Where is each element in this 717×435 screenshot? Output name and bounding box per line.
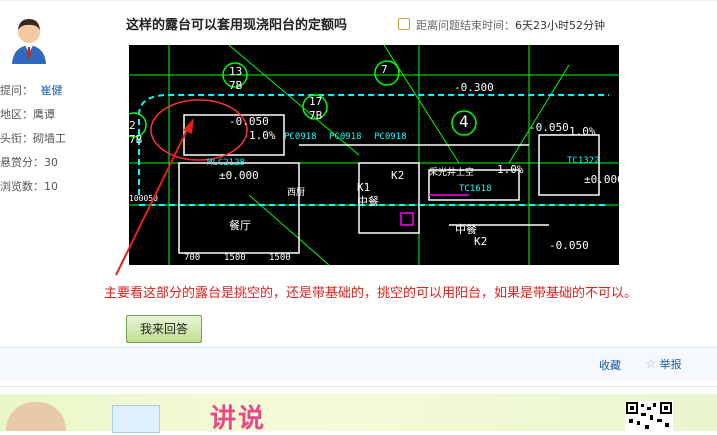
svg-text:7B: 7B <box>129 133 143 146</box>
svg-text:1500: 1500 <box>224 253 246 263</box>
question-title[interactable]: 这样的露台可以套用现浇阳台的定额吗 <box>126 14 347 33</box>
svg-text:4: 4 <box>459 112 469 131</box>
asker-name-link[interactable]: 崔健 <box>41 84 63 97</box>
svg-text:TC1322: TC1322 <box>567 156 600 166</box>
svg-text:PC0918: PC0918 <box>329 132 362 142</box>
svg-text:中餐: 中餐 <box>455 222 477 236</box>
asker-row-reward: 悬赏分：30 <box>0 154 58 170</box>
cad-drawing-image[interactable]: 13 7B 17 7B 2 7B 7 4 -0.300 -0.050 1.0% … <box>129 45 619 265</box>
svg-text:采光井上空: 采光井上空 <box>429 166 474 178</box>
svg-text:7: 7 <box>381 63 388 76</box>
svg-text:TC1618: TC1618 <box>459 184 492 194</box>
asker-row-rank: 头衔：砌墙工 <box>0 130 66 146</box>
rank-label: 头衔： <box>0 132 33 145</box>
svg-text:1.0%: 1.0% <box>497 163 524 176</box>
svg-text:700: 700 <box>184 253 200 263</box>
qr-code-icon[interactable] <box>625 401 673 431</box>
svg-text:±0.000: ±0.000 <box>219 169 259 182</box>
svg-text:100050: 100050 <box>129 194 158 203</box>
reward-value: 30 <box>44 156 58 169</box>
svg-text:2: 2 <box>129 119 136 132</box>
svg-text:7B: 7B <box>309 109 323 122</box>
svg-text:-0.300: -0.300 <box>454 81 494 94</box>
top-border <box>0 0 717 1</box>
svg-text:-0.050: -0.050 <box>229 115 269 128</box>
clock-icon <box>398 18 410 30</box>
asker-label: 提问： <box>0 84 33 97</box>
answer-hint-text: 主要看这部分的露台是挑空的，还是带基础的，挑空的可以用阳台，如果是带基础的不可以… <box>104 286 638 301</box>
svg-text:PC0918: PC0918 <box>374 132 407 142</box>
svg-text:1.0%: 1.0% <box>569 125 596 138</box>
asker-row-name: 提问： 崔健 <box>0 82 63 98</box>
star-icon: ☆ <box>645 357 657 372</box>
banner-product-image <box>112 405 160 433</box>
svg-text:K1: K1 <box>357 181 370 194</box>
collect-link[interactable]: 收藏 <box>599 357 621 373</box>
svg-text:MLC2128: MLC2128 <box>207 158 245 168</box>
report-link[interactable]: ☆ 举报 <box>645 356 682 372</box>
countdown-value: 6天23小时52分钟 <box>515 19 605 32</box>
views-value: 10 <box>44 180 58 193</box>
svg-text:13: 13 <box>229 65 242 78</box>
asker-panel: 提问： 崔健 地区：鹰谭 头衔：砌墙工 悬赏分：30 浏览数：10 <box>0 0 88 380</box>
banner-text: 讲说 <box>210 404 267 434</box>
report-label: 举报 <box>659 358 682 371</box>
svg-text:中餐: 中餐 <box>357 194 379 208</box>
svg-text:1500: 1500 <box>269 253 291 263</box>
svg-text:17: 17 <box>309 95 322 108</box>
svg-text:-0.050: -0.050 <box>529 121 569 134</box>
svg-text:餐厅: 餐厅 <box>229 218 251 232</box>
region-value: 鹰谭 <box>33 108 55 121</box>
ad-banner[interactable] <box>0 394 717 431</box>
svg-text:1.0%: 1.0% <box>249 129 276 142</box>
views-label: 浏览数： <box>0 180 44 193</box>
svg-text:-0.050: -0.050 <box>549 239 589 252</box>
svg-text:K2: K2 <box>474 235 487 248</box>
countdown: 距离问题结束时间：6天23小时52分钟 <box>398 17 605 33</box>
answer-button[interactable]: 我来回答 <box>126 315 202 343</box>
asker-row-views: 浏览数：10 <box>0 178 58 194</box>
svg-text:PC0918: PC0918 <box>284 132 317 142</box>
section-divider <box>0 386 717 387</box>
rank-value: 砌墙工 <box>33 132 66 145</box>
svg-text:7B: 7B <box>229 79 243 92</box>
region-label: 地区： <box>0 108 33 121</box>
svg-text:±0.000: ±0.000 <box>584 173 619 186</box>
countdown-label: 距离问题结束时间： <box>416 19 515 32</box>
asker-row-region: 地区：鹰谭 <box>0 106 55 122</box>
avatar-icon[interactable] <box>6 14 52 64</box>
svg-text:K2: K2 <box>391 169 404 182</box>
reward-label: 悬赏分： <box>0 156 44 169</box>
svg-text:西厨: 西厨 <box>287 187 305 198</box>
